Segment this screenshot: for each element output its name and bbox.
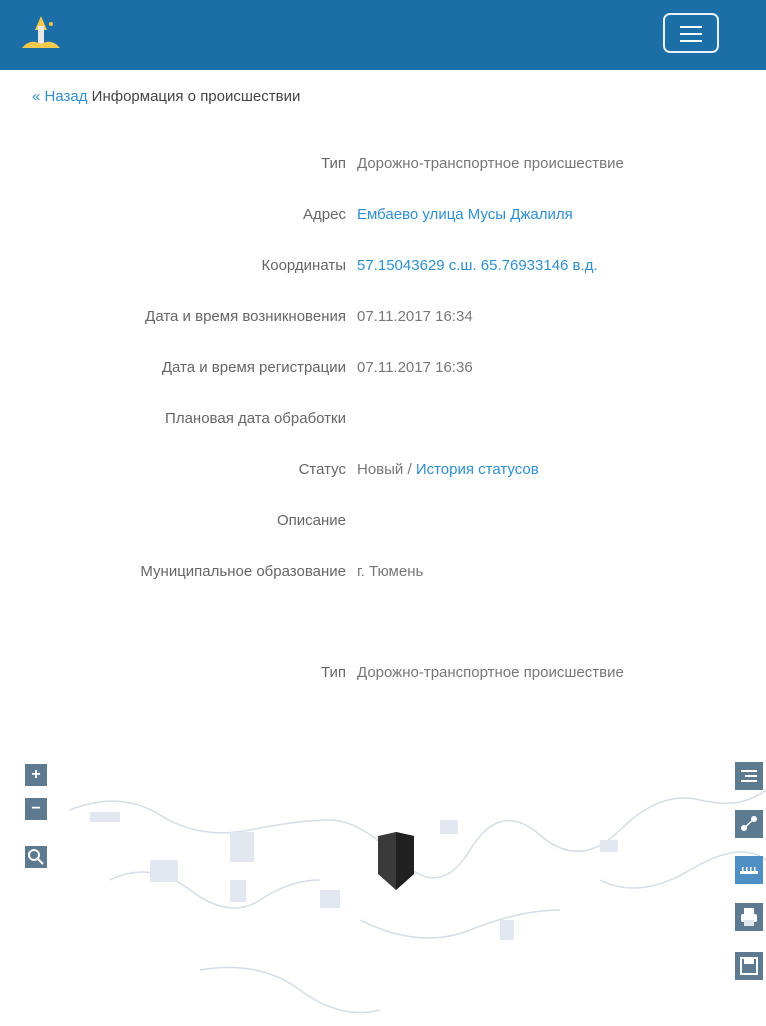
detail-label: Тип <box>320 155 346 172</box>
detail-text: 07.11.2017 16:36 <box>357 359 473 376</box>
detail-row: Адрес Ембаево улица Мусы Джалиля <box>0 206 766 230</box>
page-title: Информация о происшествии <box>91 88 301 105</box>
ruler-button[interactable] <box>735 856 763 884</box>
city-emblem-icon[interactable] <box>18 12 64 56</box>
separator: / <box>403 461 416 478</box>
detail-label: Описание <box>276 512 346 529</box>
detail-value: Новый / История статусов <box>357 461 539 478</box>
detail-link[interactable]: 57.15043629 с.ш. 65.76933146 в.д. <box>357 257 598 274</box>
top-navbar <box>0 0 766 70</box>
detail-label: Статус <box>298 461 346 478</box>
detail-label: Муниципальное образование <box>140 563 346 580</box>
detail-text: Дорожно-транспортное происшествие <box>357 155 624 172</box>
measure-icon <box>741 816 757 831</box>
hamburger-menu-button[interactable] <box>663 13 719 53</box>
print-button[interactable] <box>735 903 763 931</box>
save-icon <box>740 957 758 975</box>
map-marker-icon[interactable] <box>376 832 416 892</box>
zoom-in-button[interactable]: + <box>25 764 47 786</box>
hamburger-menu-icon <box>680 26 702 28</box>
detail-row: Тип Дорожно-транспортное происшествие <box>0 155 766 179</box>
detail-value: Дорожно-транспортное происшествие <box>357 155 624 172</box>
measure-button[interactable] <box>735 810 763 838</box>
status-history-link[interactable]: История статусов <box>416 461 539 478</box>
detail-row: Плановая дата обработки <box>0 410 766 434</box>
detail-text: г. Тюмень <box>357 563 424 580</box>
detail-text: 07.11.2017 16:34 <box>357 308 473 325</box>
save-button[interactable] <box>735 952 763 980</box>
detail-value: Ембаево улица Мусы Джалиля <box>357 206 573 223</box>
back-link[interactable]: « Назад <box>32 88 88 105</box>
detail-row: Муниципальное образование г. Тюмень <box>0 563 766 587</box>
detail-row: Координаты 57.15043629 с.ш. 65.76933146 в… <box>0 257 766 281</box>
detail-label: Адрес <box>303 206 346 223</box>
detail-label: Дата и время регистрации <box>161 359 346 376</box>
detail-value: г. Тюмень <box>357 563 423 580</box>
detail-row: Описание <box>0 512 766 536</box>
row-value: Дорожно-транспортное происшествие <box>357 664 624 681</box>
detail-label: Дата и время возникновения <box>145 308 346 325</box>
ruler-icon <box>740 867 758 874</box>
breadcrumb: « Назад Информация о происшествии <box>32 88 300 105</box>
detail-value: 57.15043629 с.ш. 65.76933146 в.д. <box>357 257 598 274</box>
detail-label: Плановая дата обработки <box>165 410 346 427</box>
detail-value: 07.11.2017 16:34 <box>357 308 473 325</box>
magnifier-icon <box>28 849 44 865</box>
map-search-button[interactable] <box>25 846 47 868</box>
detail-row: Дата и время регистрации 07.11.2017 16:36 <box>0 359 766 383</box>
layers-icon <box>741 770 757 782</box>
detail-row: Дата и время возникновения 07.11.2017 16:… <box>0 308 766 332</box>
detail-text: Новый <box>357 461 404 478</box>
zoom-out-button[interactable]: − <box>25 798 47 820</box>
layers-button[interactable] <box>735 762 763 790</box>
second-section-row: Тип Дорожно-транспортное происшествие <box>0 664 766 688</box>
detail-link[interactable]: Ембаево улица Мусы Джалиля <box>357 206 573 223</box>
print-icon <box>741 908 757 926</box>
row-label: Тип <box>320 664 346 681</box>
detail-value: 07.11.2017 16:36 <box>357 359 473 376</box>
detail-label: Координаты <box>261 257 347 274</box>
detail-row: Статус Новый / История статусов <box>0 461 766 485</box>
